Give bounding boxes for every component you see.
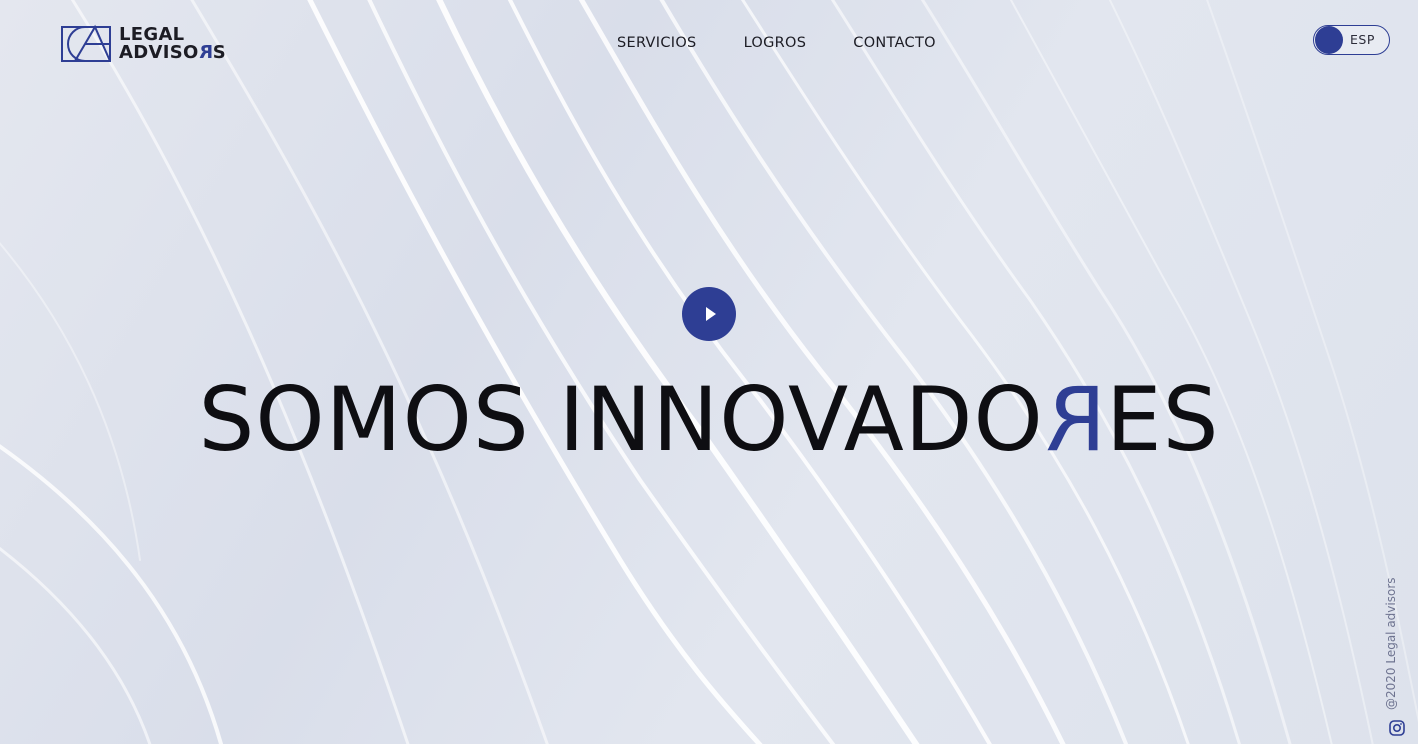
brand-logo[interactable]: LEGAL ADVISORS [61,24,226,64]
hero-title-main: SOMOS INNOVADO [198,368,1044,471]
nav-item-contacto[interactable]: CONTACTO [853,33,936,53]
hero-title-end: ES [1105,368,1220,471]
brand-line2: ADVISORS [119,42,227,63]
nav-item-servicios[interactable]: SERVICIOS [617,33,697,53]
logo-mark-icon [61,24,111,62]
play-video-button[interactable] [682,287,736,341]
main-nav: SERVICIOS LOGROS CONTACTO [617,33,936,53]
hero-title-accent: R [1043,368,1106,471]
instagram-icon[interactable] [1389,720,1405,736]
hero-title: SOMOS INNOVADORES [0,368,1418,471]
brand-name: LEGAL ADVISORS [119,26,227,64]
brand-line2-end: S [212,42,227,63]
nav-item-logros[interactable]: LOGROS [744,33,807,53]
site-header: LEGAL ADVISORS SERVICIOS LOGROS CONTACTO… [0,0,1418,86]
copyright-text: @2020 Legal advisors [1384,577,1398,710]
language-toggle-knob [1315,26,1343,54]
language-toggle[interactable]: ESP [1313,25,1390,55]
brand-line2-main: ADVISO [119,42,199,63]
play-icon [705,307,716,321]
brand-line2-accent: R [198,42,213,63]
language-label: ESP [1350,32,1375,47]
